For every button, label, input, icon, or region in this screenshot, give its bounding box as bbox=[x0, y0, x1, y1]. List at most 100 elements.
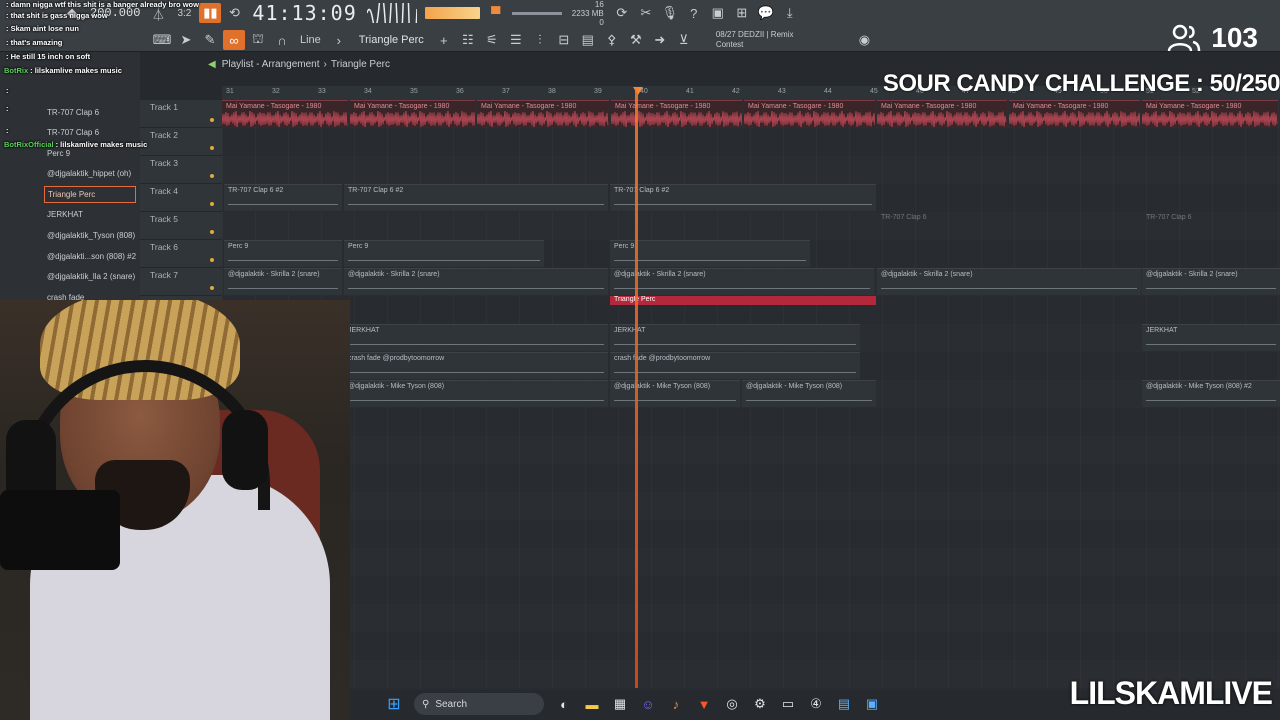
widgets-icon[interactable]: ◐ bbox=[553, 693, 575, 715]
playhead[interactable] bbox=[635, 88, 638, 688]
project-icon[interactable]: ▤ bbox=[577, 30, 599, 50]
search-label: Search bbox=[435, 698, 468, 710]
add-pattern-icon[interactable]: + bbox=[433, 30, 455, 50]
playlist-clip[interactable]: Mai Yamane - Tasogare - 1980 bbox=[611, 100, 742, 127]
playlist-clip[interactable]: Perc 9 bbox=[344, 240, 544, 267]
playlist-clip[interactable]: @djgalaktik - Skrilla 2 (snare) bbox=[610, 268, 874, 295]
ruler-bar-number: 36 bbox=[456, 88, 464, 95]
plugin-icon[interactable]: ⊞ bbox=[731, 3, 753, 23]
playlist-clip[interactable]: Perc 9 bbox=[610, 240, 810, 267]
track-header[interactable]: Track 4 bbox=[140, 184, 222, 212]
playlist-clip[interactable]: TR-707 Clap 6 #2 bbox=[344, 184, 608, 211]
fl-logo-icon[interactable]: ◉ bbox=[853, 30, 875, 50]
clip-label: Mai Yamane - Tasogare - 1980 bbox=[226, 103, 322, 110]
ruler-bar-number: 34 bbox=[364, 88, 372, 95]
mic-icon[interactable]: 🎙 bbox=[659, 3, 681, 23]
playlist-clip[interactable]: @djgalaktik - Skrilla 2 (snare) bbox=[224, 268, 342, 295]
pattern-select[interactable]: Triangle Perc bbox=[359, 34, 424, 46]
track-mute-led[interactable] bbox=[210, 174, 214, 178]
playlist-clip[interactable]: TR-707 Clap 6 bbox=[1142, 212, 1262, 239]
tool-icon[interactable]: ⚒ bbox=[625, 30, 647, 50]
obs-icon[interactable]: ◎ bbox=[721, 693, 743, 715]
app-icon[interactable]: ▭ bbox=[777, 693, 799, 715]
track-mute-led[interactable] bbox=[210, 230, 214, 234]
magnet-icon[interactable]: ∩ bbox=[271, 30, 293, 50]
file-explorer-icon[interactable]: ▬ bbox=[581, 693, 603, 715]
browser-icon[interactable]: ⊟ bbox=[553, 30, 575, 50]
master-volume-meter[interactable] bbox=[424, 7, 480, 19]
brave-icon[interactable]: ▼ bbox=[693, 693, 715, 715]
taskbar-search[interactable]: ⚲ Search bbox=[414, 693, 544, 715]
pitch-icon[interactable]: ▀ bbox=[485, 3, 507, 23]
clip-label: Perc 9 bbox=[228, 243, 249, 250]
playlist-clip[interactable]: Mai Yamane - Tasogare - 1980 bbox=[477, 100, 609, 127]
browser-item[interactable]: @djgalaktik_lla 2 (snare) bbox=[44, 268, 136, 285]
playlist-icon[interactable]: ☷ bbox=[457, 30, 479, 50]
audio-waveform bbox=[350, 111, 475, 127]
clip-label: @djgalaktik - Mike Tyson (808) bbox=[348, 383, 445, 390]
notes-icon[interactable]: ▤ bbox=[833, 693, 855, 715]
refresh-icon[interactable]: ⟳ bbox=[611, 3, 633, 23]
playlist-clip[interactable]: Mai Yamane - Tasogare - 1980 bbox=[350, 100, 475, 127]
playlist-clip[interactable]: JERKHAT bbox=[344, 324, 608, 351]
playlist-clip[interactable]: @djgalaktik - Mike Tyson (808) bbox=[610, 380, 740, 407]
playlist-clip[interactable]: JERKHAT bbox=[1142, 324, 1280, 351]
playlist-clip[interactable]: Mai Yamane - Tasogare - 1980 bbox=[877, 100, 1007, 127]
plug-icon[interactable]: ⚴ bbox=[601, 30, 623, 50]
download-icon[interactable]: ⤓ bbox=[779, 3, 801, 23]
piano-roll-icon[interactable]: ⚟ bbox=[481, 30, 503, 50]
help-icon[interactable]: ? bbox=[683, 3, 705, 23]
chevron-right-icon[interactable]: › bbox=[328, 30, 350, 50]
track-header[interactable]: Track 5 bbox=[140, 212, 222, 240]
track-header[interactable]: Track 6 bbox=[140, 240, 222, 268]
playlist-clip[interactable]: Mai Yamane - Tasogare - 1980 bbox=[1142, 100, 1278, 127]
news-panel[interactable]: 08/27 DEDZII | Remix Contest bbox=[716, 30, 794, 50]
browser-item[interactable]: @djgalakti...son (808) #2 bbox=[44, 248, 136, 265]
windows-start-icon[interactable]: ⊞ bbox=[383, 693, 405, 715]
chat-icon[interactable]: 💬 bbox=[755, 3, 777, 23]
mixer-icon[interactable]: ⫶ bbox=[529, 30, 551, 50]
playlist-clip[interactable]: TR-707 Clap 6 #2 bbox=[610, 184, 876, 211]
fl-studio-icon[interactable]: ♪ bbox=[665, 693, 687, 715]
save-icon[interactable]: ▣ bbox=[707, 3, 729, 23]
playlist-clip[interactable]: @djgalaktik - Skrilla 2 (snare) bbox=[1142, 268, 1280, 295]
playlist-clip[interactable]: @djgalaktik - Mike Tyson (808) bbox=[742, 380, 876, 407]
discord-icon[interactable]: ☺ bbox=[637, 693, 659, 715]
playlist-clip[interactable]: crash fade @prodbytoomorrow bbox=[344, 352, 608, 379]
playlist-clip[interactable]: crash fade @prodbytoomorrow bbox=[610, 352, 860, 379]
playlist-clip[interactable]: Mai Yamane - Tasogare - 1980 bbox=[744, 100, 875, 127]
cart-icon[interactable]: ⊻ bbox=[673, 30, 695, 50]
playlist-clip[interactable]: @djgalaktik - Mike Tyson (808) bbox=[344, 380, 608, 407]
chat-text: : He still 15 inch on soft bbox=[6, 52, 91, 61]
playlist-clip[interactable]: Mai Yamane - Tasogare - 1980 bbox=[1009, 100, 1140, 127]
store-icon[interactable]: ▦ bbox=[609, 693, 631, 715]
playlist-clip[interactable]: @djgalaktik - Mike Tyson (808) #2 bbox=[1142, 380, 1280, 407]
playlist-clip[interactable]: TR-707 Clap 6 bbox=[877, 212, 997, 239]
playlist-clip[interactable]: TR-707 Clap 6 #2 bbox=[224, 184, 342, 211]
track-mute-led[interactable] bbox=[210, 286, 214, 290]
chat-text: : lilskamlive makes music bbox=[55, 140, 148, 149]
playlist-lanes[interactable]: Mai Yamane - Tasogare - 1980 Mai Yamane -… bbox=[222, 100, 1280, 690]
channel-rack-icon[interactable]: ☰ bbox=[505, 30, 527, 50]
playlist-clip[interactable]: Perc 9 bbox=[224, 240, 342, 267]
playlist-clip[interactable]: @djgalaktik - Skrilla 2 (snare) bbox=[344, 268, 608, 295]
track-header[interactable]: Track 7 bbox=[140, 268, 222, 296]
arrow-icon[interactable]: ➜ bbox=[649, 30, 671, 50]
track-mute-led[interactable] bbox=[210, 202, 214, 206]
photos-icon[interactable]: ▣ bbox=[861, 693, 883, 715]
track-mute-led[interactable] bbox=[210, 258, 214, 262]
playlist-clip[interactable]: Triangle Perc bbox=[610, 296, 876, 305]
playlist-clip[interactable]: JERKHAT bbox=[610, 324, 860, 351]
playlist-clip[interactable]: @djgalaktik - Skrilla 2 (snare) bbox=[877, 268, 1141, 295]
snap-select[interactable]: Line bbox=[300, 34, 321, 46]
steam-icon[interactable]: ⚙ bbox=[749, 693, 771, 715]
stamp-icon[interactable]: ⛫ bbox=[247, 30, 269, 50]
pitch-slider[interactable] bbox=[511, 11, 562, 15]
browser-item[interactable]: JERKHAT bbox=[44, 206, 136, 223]
browser-item[interactable]: Triangle Perc bbox=[44, 186, 136, 203]
cut-icon[interactable]: ✂ bbox=[635, 3, 657, 23]
browser-item[interactable]: @djgalaktik_Tyson (808) bbox=[44, 227, 136, 244]
4k-icon[interactable]: ④ bbox=[805, 693, 827, 715]
playlist-pattern[interactable]: Triangle Perc bbox=[331, 59, 390, 70]
playlist-clip[interactable]: Mai Yamane - Tasogare - 1980 bbox=[222, 100, 348, 127]
